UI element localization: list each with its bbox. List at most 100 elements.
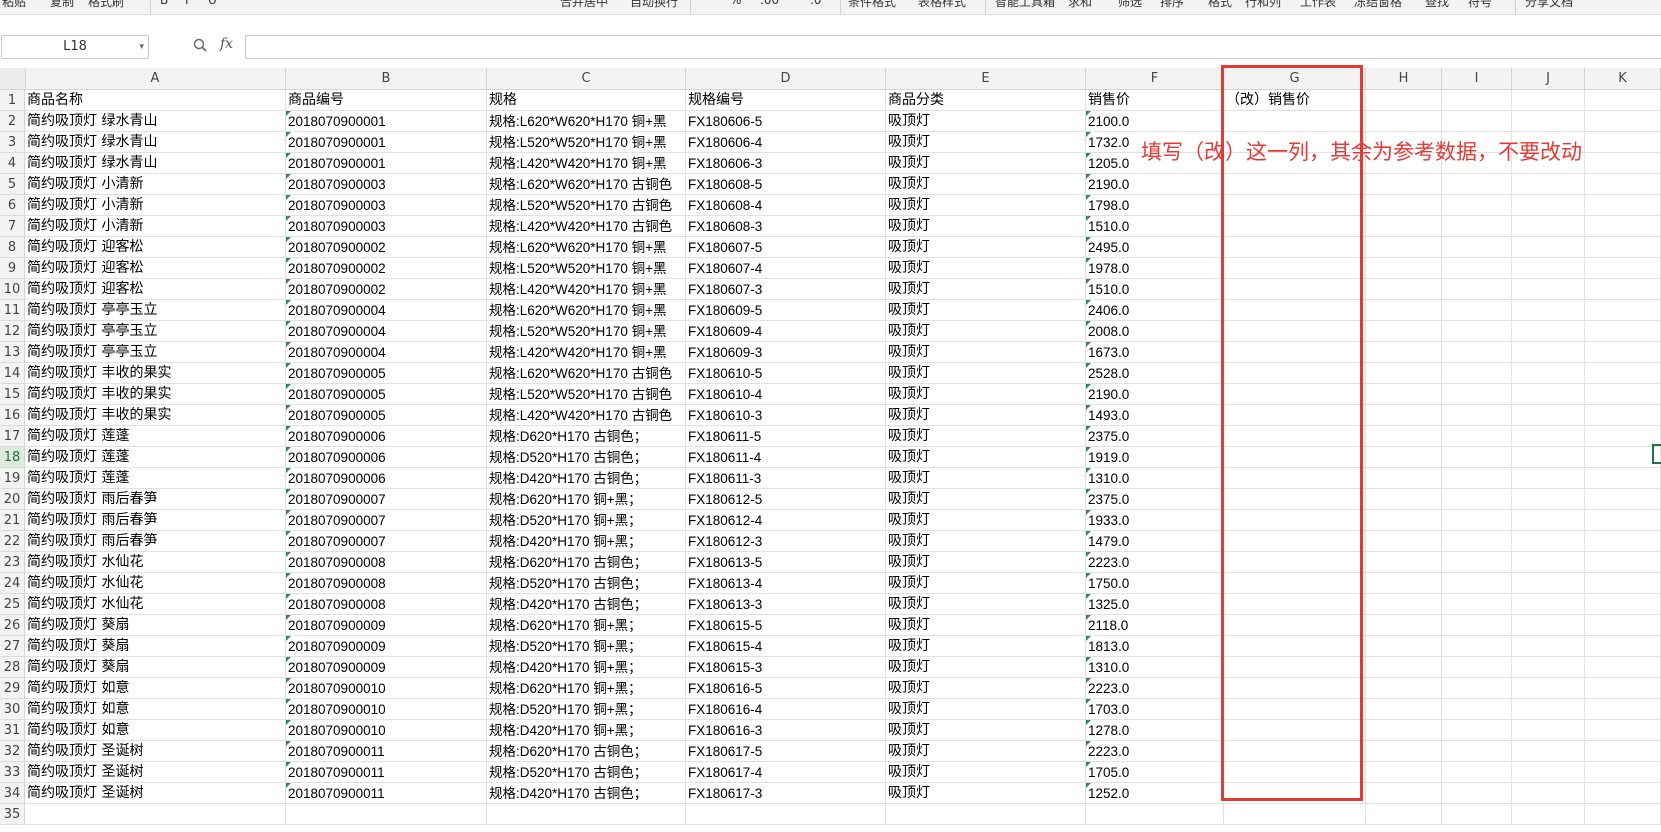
empty-cell[interactable] — [1366, 363, 1442, 384]
cell-price[interactable]: 2008.0 — [1086, 321, 1224, 342]
cell-spec-code[interactable]: FX180610-5 — [686, 363, 886, 384]
empty-cell[interactable] — [1585, 384, 1661, 405]
empty-cell[interactable] — [1585, 510, 1661, 531]
cell-name[interactable]: 简约吸顶灯 雨后春笋 — [25, 489, 286, 510]
empty-cell[interactable] — [1585, 405, 1661, 426]
empty-cell[interactable] — [1366, 111, 1442, 132]
empty-cell[interactable] — [1366, 342, 1442, 363]
cell-code[interactable]: 2018070900011 — [286, 741, 487, 762]
empty-cell[interactable] — [1442, 468, 1512, 489]
empty-cell[interactable] — [1366, 531, 1442, 552]
cell-price[interactable]: 2223.0 — [1086, 678, 1224, 699]
toolbar-item[interactable]: 筛选 — [1118, 0, 1142, 10]
empty-cell[interactable] — [1585, 321, 1661, 342]
empty-cell[interactable] — [1442, 447, 1512, 468]
cell-name[interactable]: 简约吸顶灯 如意 — [25, 720, 286, 741]
cell-spec-code[interactable]: FX180610-4 — [686, 384, 886, 405]
cell-category[interactable]: 吸顶灯 — [886, 342, 1086, 363]
empty-cell[interactable] — [487, 804, 686, 825]
empty-cell[interactable] — [1585, 636, 1661, 657]
toolbar-item[interactable]: B — [160, 0, 168, 7]
column-header-h[interactable]: H — [1366, 68, 1442, 89]
cell-category[interactable]: 吸顶灯 — [886, 237, 1086, 258]
edit-price-cell[interactable] — [1224, 510, 1366, 531]
empty-cell[interactable] — [1585, 447, 1661, 468]
empty-cell[interactable] — [1366, 321, 1442, 342]
cell-category[interactable]: 吸顶灯 — [886, 762, 1086, 783]
empty-cell[interactable] — [1512, 741, 1585, 762]
row-header[interactable]: 30 — [0, 699, 25, 720]
cell-name[interactable]: 简约吸顶灯 小清新 — [25, 216, 286, 237]
empty-cell[interactable] — [1442, 678, 1512, 699]
cell-name[interactable]: 简约吸顶灯 亭亭玉立 — [25, 300, 286, 321]
header-cell-price[interactable]: 销售价 — [1086, 90, 1224, 111]
empty-cell[interactable] — [1442, 342, 1512, 363]
header-cell-category[interactable]: 商品分类 — [886, 90, 1086, 111]
cell-category[interactable]: 吸顶灯 — [886, 783, 1086, 804]
cell-category[interactable]: 吸顶灯 — [886, 720, 1086, 741]
empty-cell[interactable] — [1366, 405, 1442, 426]
toolbar-item[interactable]: 智能工具箱 — [995, 0, 1055, 10]
empty-cell[interactable] — [1442, 699, 1512, 720]
empty-cell[interactable] — [1442, 111, 1512, 132]
cell-category[interactable]: 吸顶灯 — [886, 447, 1086, 468]
cell-spec[interactable]: 规格:L420*W420*H170 古铜色 — [487, 405, 686, 426]
empty-cell[interactable] — [1585, 90, 1661, 111]
row-header[interactable]: 2 — [0, 111, 25, 132]
cell-name[interactable]: 简约吸顶灯 水仙花 — [25, 552, 286, 573]
edit-price-cell[interactable] — [1224, 363, 1366, 384]
empty-cell[interactable] — [1442, 741, 1512, 762]
edit-price-cell[interactable] — [1224, 720, 1366, 741]
cell-code[interactable]: 2018070900003 — [286, 216, 487, 237]
cell-spec-code[interactable]: FX180612-4 — [686, 510, 886, 531]
cell-spec[interactable]: 规格:D520*H170 古铜色； — [487, 762, 686, 783]
empty-cell[interactable] — [1585, 741, 1661, 762]
cell-code[interactable]: 2018070900003 — [286, 195, 487, 216]
cell-category[interactable]: 吸顶灯 — [886, 552, 1086, 573]
empty-cell[interactable] — [1512, 363, 1585, 384]
row-header[interactable]: 31 — [0, 720, 25, 741]
cell-spec-code[interactable]: FX180607-3 — [686, 279, 886, 300]
empty-cell[interactable] — [1585, 363, 1661, 384]
empty-cell[interactable] — [1366, 510, 1442, 531]
cell-spec[interactable]: 规格:D620*H170 古铜色； — [487, 426, 686, 447]
edit-price-cell[interactable] — [1224, 783, 1366, 804]
empty-cell[interactable] — [1442, 762, 1512, 783]
row-header[interactable]: 34 — [0, 783, 25, 804]
cell-category[interactable]: 吸顶灯 — [886, 384, 1086, 405]
cell-spec-code[interactable]: FX180608-3 — [686, 216, 886, 237]
cell-name[interactable]: 简约吸顶灯 丰收的果实 — [25, 363, 286, 384]
empty-cell[interactable] — [1366, 195, 1442, 216]
cell-spec[interactable]: 规格:D520*H170 铜+黑； — [487, 636, 686, 657]
column-header-i[interactable]: I — [1442, 68, 1512, 89]
row-header[interactable]: 32 — [0, 741, 25, 762]
empty-cell[interactable] — [1585, 258, 1661, 279]
cell-spec[interactable]: 规格:L520*W520*H170 铜+黑 — [487, 132, 686, 153]
cell-spec[interactable]: 规格:L420*W420*H170 铜+黑 — [487, 279, 686, 300]
cell-code[interactable]: 2018070900004 — [286, 342, 487, 363]
empty-cell[interactable] — [1585, 699, 1661, 720]
empty-cell[interactable] — [1086, 804, 1224, 825]
cell-name[interactable]: 简约吸顶灯 绿水青山 — [25, 111, 286, 132]
cell-category[interactable]: 吸顶灯 — [886, 573, 1086, 594]
toolbar-item[interactable]: .0 — [810, 0, 821, 7]
cell-spec-code[interactable]: FX180617-3 — [686, 783, 886, 804]
cell-category[interactable]: 吸顶灯 — [886, 405, 1086, 426]
cell-spec-code[interactable]: FX180612-3 — [686, 531, 886, 552]
empty-cell[interactable] — [1442, 300, 1512, 321]
edit-price-cell[interactable] — [1224, 447, 1366, 468]
empty-cell[interactable] — [1585, 657, 1661, 678]
empty-cell[interactable] — [1366, 573, 1442, 594]
empty-cell[interactable] — [1512, 300, 1585, 321]
cell-price[interactable]: 1919.0 — [1086, 447, 1224, 468]
empty-cell[interactable] — [1442, 489, 1512, 510]
cell-code[interactable]: 2018070900008 — [286, 552, 487, 573]
empty-cell[interactable] — [1512, 342, 1585, 363]
row-header[interactable]: 23 — [0, 552, 25, 573]
empty-cell[interactable] — [1512, 489, 1585, 510]
cell-spec-code[interactable]: FX180609-5 — [686, 300, 886, 321]
toolbar-item[interactable]: 表格样式 — [918, 0, 966, 10]
column-header-a[interactable]: A — [25, 68, 286, 89]
empty-cell[interactable] — [1366, 174, 1442, 195]
cell-price[interactable]: 1278.0 — [1086, 720, 1224, 741]
